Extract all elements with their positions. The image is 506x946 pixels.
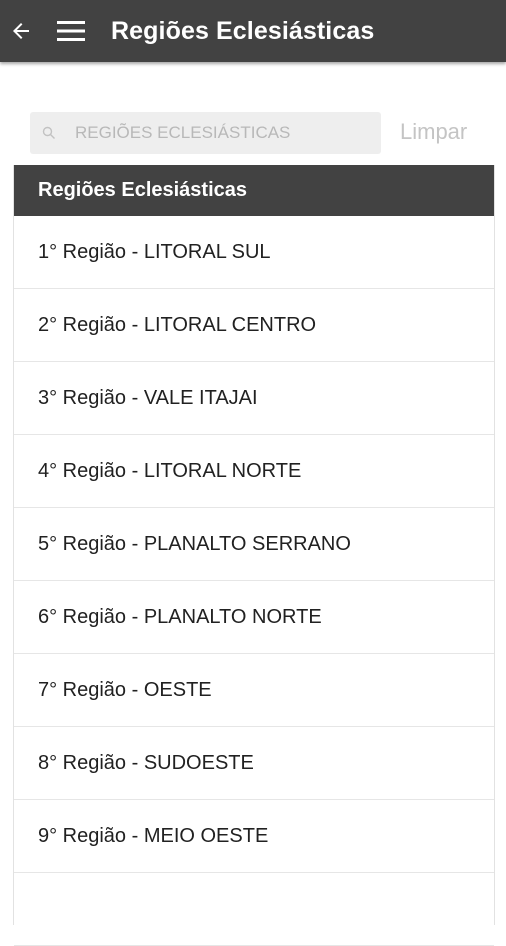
list-item[interactable]: 4° Região - LITORAL NORTE: [14, 435, 494, 508]
page-title: Regiões Eclesiásticas: [111, 16, 375, 45]
back-button[interactable]: [9, 19, 33, 43]
list-item[interactable]: 7° Região - OESTE: [14, 654, 494, 727]
arrow-left-icon: [13, 23, 29, 39]
app-bar: Regiões Eclesiásticas: [0, 0, 506, 62]
search-icon: [42, 126, 56, 140]
list-item[interactable]: [14, 873, 494, 946]
list-header: Regiões Eclesiásticas: [14, 165, 494, 216]
list-item[interactable]: 9° Região - MEIO OESTE: [14, 800, 494, 873]
hamburger-menu-icon: [57, 21, 85, 41]
clear-button[interactable]: Limpar: [400, 119, 467, 145]
list-item[interactable]: 1° Região - LITORAL SUL: [14, 216, 494, 289]
list-item[interactable]: 3° Região - VALE ITAJAI: [14, 362, 494, 435]
list-item[interactable]: 2° Região - LITORAL CENTRO: [14, 289, 494, 362]
search-bar: Limpar: [0, 110, 506, 156]
list-item[interactable]: 5° Região - PLANALTO SERRANO: [14, 508, 494, 581]
list-item[interactable]: 8° Região - SUDOESTE: [14, 727, 494, 800]
search-input[interactable]: [75, 123, 365, 143]
search-box[interactable]: [30, 112, 381, 154]
regions-list: Regiões Eclesiásticas 1° Região - LITORA…: [13, 165, 495, 946]
list-item[interactable]: 6° Região - PLANALTO NORTE: [14, 581, 494, 654]
menu-button[interactable]: [56, 19, 86, 43]
